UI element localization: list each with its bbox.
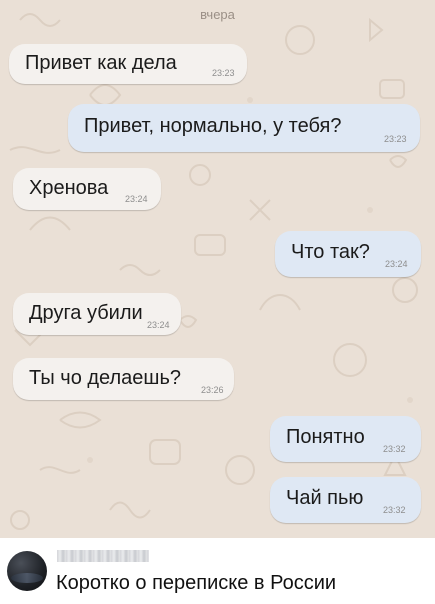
message-text: Привет как дела xyxy=(25,52,177,74)
message-bubble-incoming[interactable]: Ты чо делаешь? 23:26 xyxy=(13,358,234,400)
message-bubble-incoming[interactable]: Привет как дела 23:23 xyxy=(9,44,247,84)
message-time: 23:24 xyxy=(385,259,408,269)
message-text: Ты чо делаешь? xyxy=(29,367,182,389)
username-blurred[interactable] xyxy=(57,550,149,562)
message-time: 23:32 xyxy=(383,444,406,454)
message-bubble-outgoing[interactable]: Чай пью 23:32 xyxy=(270,477,421,523)
avatar[interactable] xyxy=(7,551,47,591)
message-bubble-incoming[interactable]: Хренова 23:24 xyxy=(13,168,161,210)
message-text: Друга убили xyxy=(29,302,143,324)
message-time: 23:26 xyxy=(201,385,224,395)
message-text: Понятно xyxy=(286,426,365,448)
message-time: 23:32 xyxy=(383,505,406,515)
message-time: 23:24 xyxy=(147,320,170,330)
date-separator: вчера xyxy=(200,7,235,22)
message-bubble-incoming[interactable]: Друга убили 23:24 xyxy=(13,293,181,335)
message-time: 23:24 xyxy=(125,194,148,204)
message-text: Что так? xyxy=(291,241,370,263)
post-caption: Коротко о переписке в России xyxy=(56,572,337,594)
message-text: Чай пью xyxy=(286,487,364,509)
message-text: Привет, нормально, у тебя? xyxy=(84,115,342,137)
message-text: Хренова xyxy=(29,177,109,199)
message-time: 23:23 xyxy=(384,134,407,144)
message-time: 23:23 xyxy=(212,68,235,78)
message-bubble-outgoing[interactable]: Понятно 23:32 xyxy=(270,416,421,462)
chat-area: вчера Привет как дела 23:23 Привет, норм… xyxy=(0,0,435,538)
message-bubble-outgoing[interactable]: Привет, нормально, у тебя? 23:23 xyxy=(68,104,420,152)
post-caption-area: Коротко о переписке в России xyxy=(0,538,435,604)
message-bubble-outgoing[interactable]: Что так? 23:24 xyxy=(275,231,421,277)
